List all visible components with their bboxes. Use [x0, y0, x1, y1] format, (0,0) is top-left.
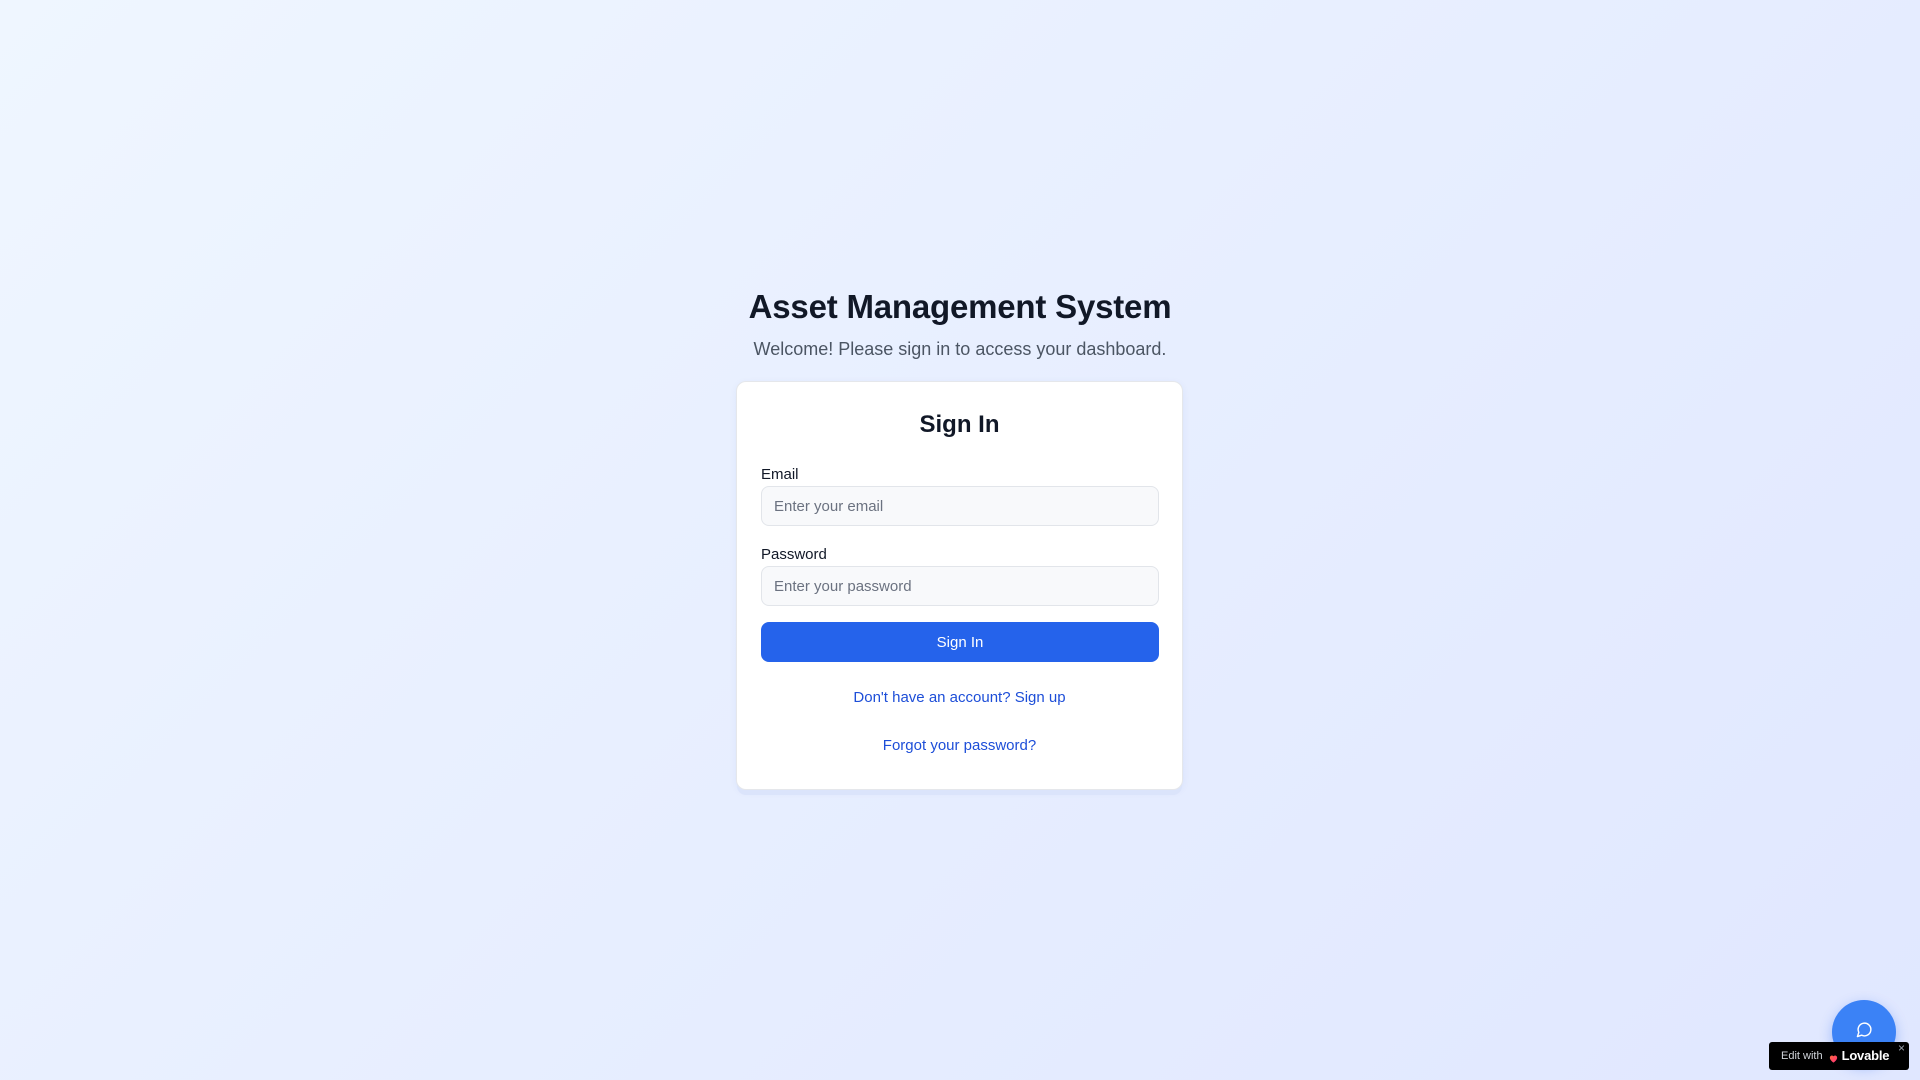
- password-label: Password: [761, 546, 827, 563]
- app-subtitle: Welcome! Please sign in to access your d…: [753, 339, 1167, 359]
- edit-with-lovable-badge[interactable]: Edit with Lovable ×: [1769, 1041, 1909, 1070]
- signin-title: Sign In: [919, 411, 1000, 438]
- page-header: Asset Management System Welcome! Please …: [0, 284, 1920, 362]
- lovable-heart-icon: [1828, 1051, 1839, 1063]
- signup-link[interactable]: Don't have an account? Sign up: [737, 688, 1182, 708]
- login-page: Asset Management System Welcome! Please …: [0, 0, 1920, 1080]
- app-title: Asset Management System: [748, 288, 1172, 325]
- password-field[interactable]: [761, 566, 1159, 606]
- forgot-password-link[interactable]: Forgot your password?: [737, 736, 1182, 756]
- badge-brand: Lovable: [1841, 1048, 1890, 1063]
- signin-card: Sign In Email Password Sign In Don't hav…: [736, 381, 1183, 790]
- signin-button[interactable]: Sign In: [761, 622, 1159, 662]
- chat-bubble-icon: [1856, 1021, 1873, 1043]
- email-field[interactable]: [761, 486, 1159, 526]
- badge-prefix: Edit with: [1781, 1050, 1823, 1062]
- email-label: Email: [761, 466, 799, 483]
- badge-close-icon[interactable]: ×: [1898, 1041, 1905, 1055]
